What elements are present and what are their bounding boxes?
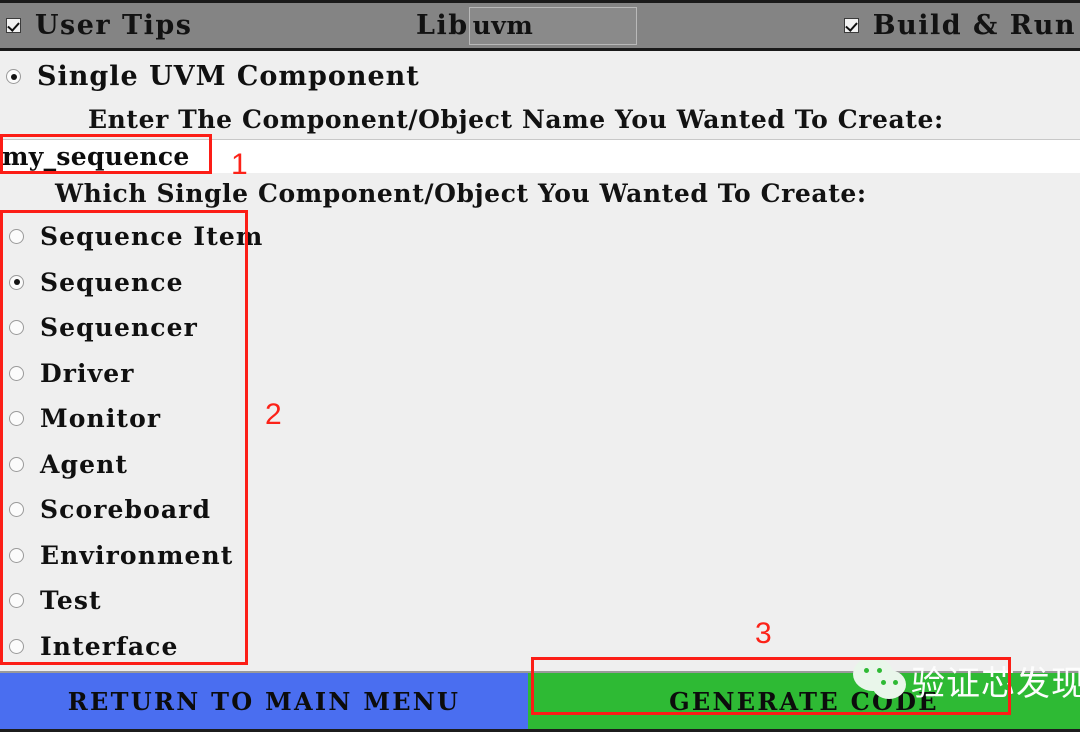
radio-icon[interactable] xyxy=(9,456,24,472)
component-type-list: Sequence Item Sequence Sequencer Driver … xyxy=(5,214,262,670)
option-label: Sequencer xyxy=(40,313,198,343)
option-label: Interface xyxy=(40,631,179,661)
option-interface[interactable]: Interface xyxy=(5,624,243,670)
option-monitor[interactable]: Monitor xyxy=(5,396,243,442)
radio-icon[interactable] xyxy=(9,502,24,518)
component-type-prompt: Which Single Component/Object You Wanted… xyxy=(55,179,867,208)
option-agent[interactable]: Agent xyxy=(5,442,243,488)
return-to-main-menu-button[interactable]: RETURN TO MAIN MENU xyxy=(0,671,528,732)
radio-icon[interactable] xyxy=(9,229,24,245)
option-label: Monitor xyxy=(40,404,162,434)
option-environment[interactable]: Environment xyxy=(5,533,243,579)
radio-selected-icon[interactable] xyxy=(6,69,21,84)
lib-input[interactable] xyxy=(468,6,637,45)
option-label: Agent xyxy=(40,449,129,479)
radio-icon[interactable] xyxy=(9,547,24,563)
user-tips-label: User Tips xyxy=(35,10,193,41)
option-driver[interactable]: Driver xyxy=(5,351,243,397)
radio-icon[interactable] xyxy=(9,638,24,654)
radio-icon[interactable] xyxy=(9,593,24,609)
option-test[interactable]: Test xyxy=(5,578,243,624)
component-name-prompt: Enter The Component/Object Name You Want… xyxy=(88,105,944,134)
lib-group: Lib xyxy=(416,6,637,45)
top-toolbar: User Tips Lib Build & Run xyxy=(0,0,1080,51)
option-label: Test xyxy=(40,586,102,616)
checkbox-checked-icon[interactable] xyxy=(843,18,859,33)
build-run-group[interactable]: Build & Run xyxy=(637,10,1080,41)
radio-icon[interactable] xyxy=(9,411,24,427)
build-run-label: Build & Run xyxy=(872,10,1076,41)
component-name-input[interactable] xyxy=(0,139,1080,173)
option-sequence-item[interactable]: Sequence Item xyxy=(5,214,262,260)
footer-button-bar: RETURN TO MAIN MENU GENERATE CODE xyxy=(0,671,1080,732)
single-uvm-component-label: Single UVM Component xyxy=(37,61,420,92)
checkbox-checked-icon[interactable] xyxy=(6,18,21,33)
generate-code-button[interactable]: GENERATE CODE xyxy=(528,671,1080,732)
radio-icon[interactable] xyxy=(9,365,24,381)
user-tips-group[interactable]: User Tips xyxy=(0,10,386,41)
option-sequencer[interactable]: Sequencer xyxy=(5,305,243,351)
option-label: Environment xyxy=(40,540,234,570)
lib-label: Lib xyxy=(416,10,469,41)
option-label: Sequence xyxy=(40,267,184,297)
uvm-code-generator-window: User Tips Lib Build & Run Single UVM Com… xyxy=(0,0,1080,732)
option-label: Scoreboard xyxy=(40,495,212,525)
option-sequence[interactable]: Sequence xyxy=(5,260,243,306)
option-label: Driver xyxy=(40,358,135,388)
option-scoreboard[interactable]: Scoreboard xyxy=(5,487,243,533)
single-uvm-component-option[interactable]: Single UVM Component xyxy=(6,61,420,92)
main-content: Single UVM Component Enter The Component… xyxy=(0,51,1080,671)
radio-icon[interactable] xyxy=(9,320,24,336)
option-label: Sequence Item xyxy=(40,222,264,252)
radio-selected-icon[interactable] xyxy=(9,274,24,290)
